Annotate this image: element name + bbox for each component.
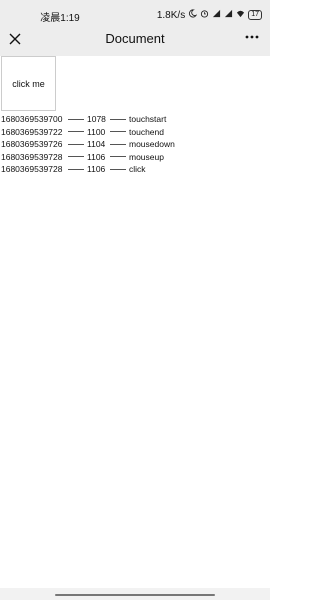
separator-line	[110, 143, 126, 145]
signal-icon-2	[224, 9, 233, 21]
log-duration: 1106	[87, 164, 106, 174]
separator-line	[68, 168, 84, 170]
separator-line	[68, 118, 84, 120]
moon-icon	[188, 9, 198, 21]
home-indicator-bar	[0, 588, 270, 600]
page-title: Document	[105, 31, 165, 46]
log-timestamp: 1680369539722	[1, 126, 63, 137]
click-me-label: click me	[12, 78, 45, 89]
wifi-icon	[236, 9, 245, 21]
separator-line	[110, 118, 126, 120]
log-event: mousedown	[129, 139, 175, 149]
separator-line	[110, 168, 126, 170]
log-event: click	[129, 164, 146, 174]
log-row: 1680369539728 1106 click	[1, 163, 269, 176]
separator-line	[110, 131, 126, 133]
log-timestamp: 1680369539728	[1, 151, 63, 162]
click-me-button[interactable]: click me	[1, 56, 56, 111]
separator-line	[68, 143, 84, 145]
log-duration: 1106	[87, 151, 106, 162]
log-duration: 1104	[87, 139, 106, 149]
top-bar: 凌晨1:19 1.8K/s 17 Document	[0, 0, 270, 56]
more-options-icon[interactable]	[244, 30, 260, 44]
signal-icon-1	[212, 9, 221, 21]
event-log: 1680369539700 1078 touchstart 1680369539…	[1, 113, 269, 176]
net-speed: 1.8K/s	[156, 9, 186, 21]
log-row: 1680369539700 1078 touchstart	[1, 113, 269, 126]
log-row: 1680369539722 1100 touchend	[1, 126, 269, 139]
home-indicator[interactable]	[55, 594, 215, 596]
status-bar: 凌晨1:19 1.8K/s 17	[0, 0, 270, 26]
separator-line	[68, 131, 84, 133]
log-timestamp: 1680369539726	[1, 139, 63, 149]
log-event: touchstart	[129, 114, 167, 124]
log-timestamp: 1680369539728	[1, 164, 63, 174]
separator-line	[110, 156, 126, 158]
log-timestamp: 1680369539700	[1, 114, 63, 124]
log-row: 1680369539728 1106 mouseup	[1, 151, 269, 164]
battery-icon: 17	[248, 10, 262, 20]
alarm-icon	[200, 9, 209, 21]
log-row: 1680369539726 1104 mousedown	[1, 138, 269, 151]
log-duration: 1078	[87, 114, 106, 124]
status-icons: 1.8K/s 17	[157, 9, 262, 21]
separator-line	[68, 156, 84, 158]
log-event: touchend	[129, 126, 164, 137]
status-time: 凌晨1:19	[40, 13, 80, 24]
log-event: mouseup	[129, 151, 164, 162]
log-duration: 1100	[87, 126, 106, 137]
nav-bar: Document	[0, 26, 270, 56]
close-icon[interactable]	[8, 32, 22, 46]
